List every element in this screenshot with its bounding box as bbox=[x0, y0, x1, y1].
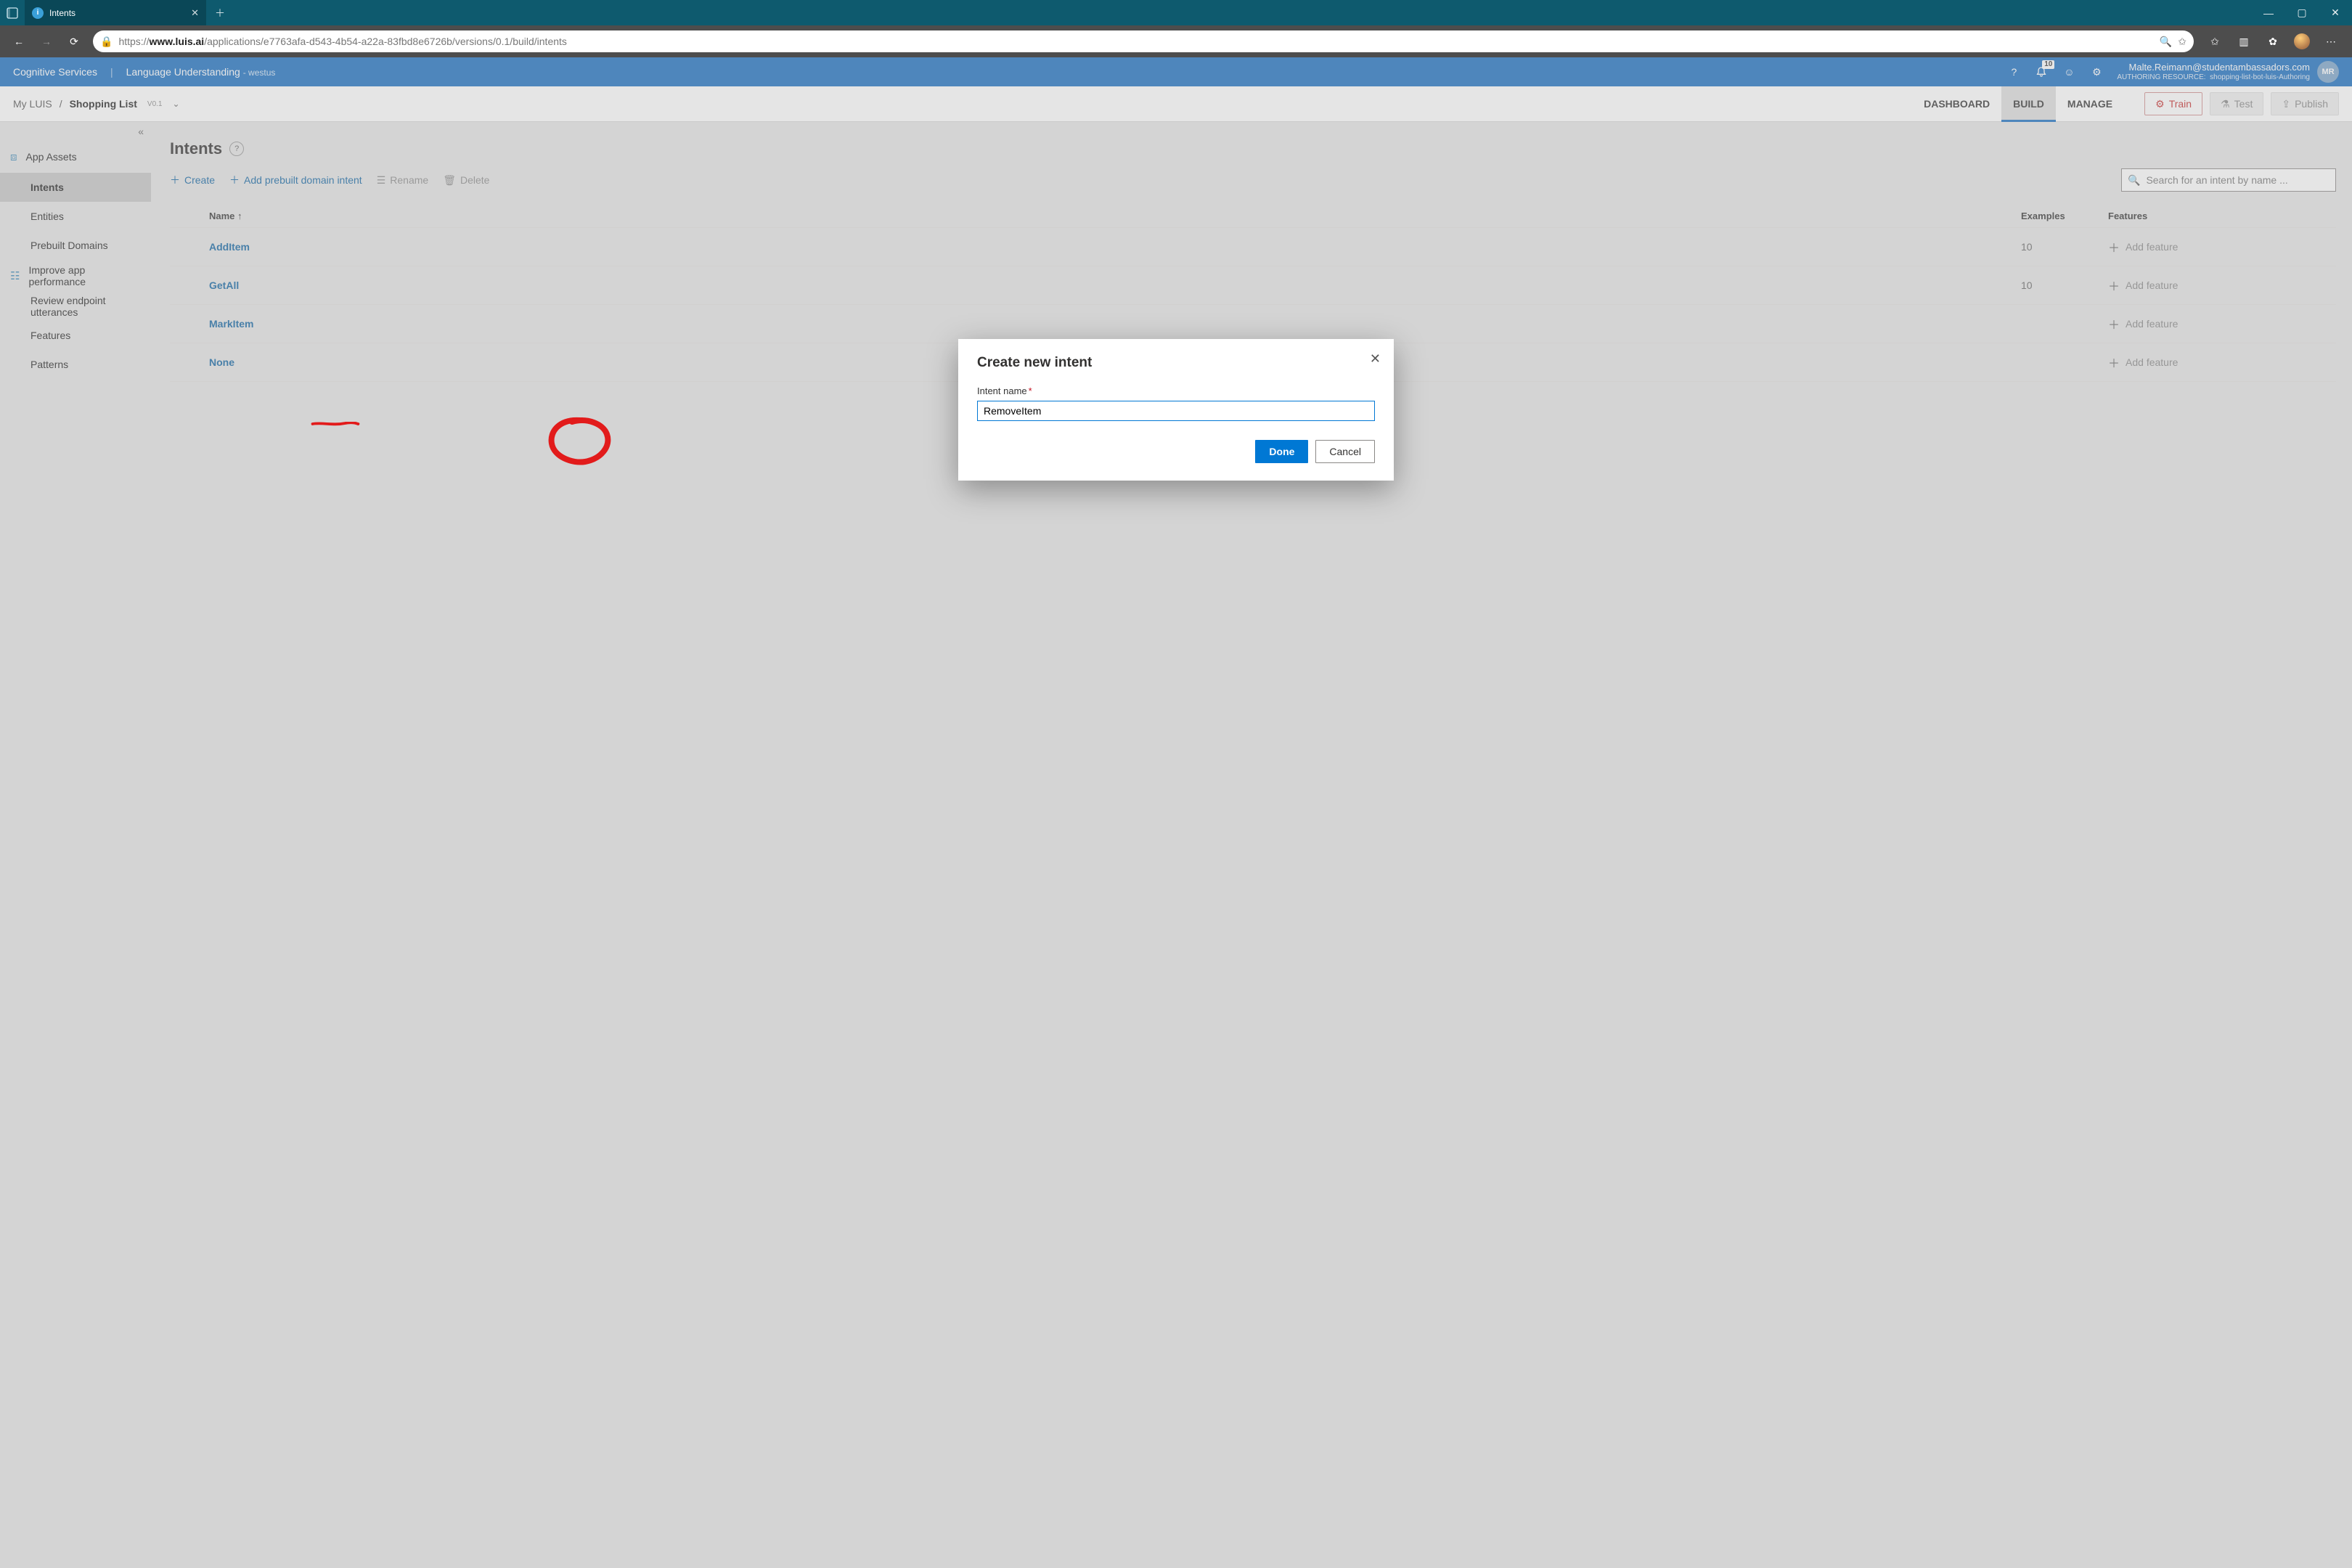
cancel-button[interactable]: Cancel bbox=[1315, 440, 1375, 463]
collections-icon[interactable]: ▥ bbox=[2231, 29, 2256, 54]
addr-favorite-icon[interactable]: ✩ bbox=[2178, 36, 2186, 48]
window-maximize-icon[interactable]: ▢ bbox=[2285, 0, 2319, 25]
modal-scrim bbox=[0, 57, 2352, 1568]
modal-title: Create new intent bbox=[977, 355, 1375, 371]
browser-toolbar: ← → ⟳ 🔒 https://www.luis.ai/applications… bbox=[0, 25, 2352, 57]
tab-close-icon[interactable]: ✕ bbox=[191, 7, 199, 19]
browser-menu-icon[interactable]: ⋯ bbox=[2319, 29, 2343, 54]
zoom-icon[interactable]: 🔍 bbox=[2160, 36, 2172, 48]
intent-name-label: Intent name* bbox=[977, 385, 1375, 396]
nav-forward-button[interactable]: → bbox=[33, 28, 60, 54]
browser-tab[interactable]: i Intents ✕ bbox=[25, 0, 206, 25]
nav-back-button[interactable]: ← bbox=[6, 28, 32, 54]
intent-name-input[interactable] bbox=[977, 401, 1375, 421]
tab-title: Intents bbox=[49, 8, 185, 18]
done-button[interactable]: Done bbox=[1255, 440, 1308, 463]
new-tab-button[interactable]: ＋ bbox=[206, 0, 234, 25]
browser-titlebar: i Intents ✕ ＋ — ▢ ✕ bbox=[0, 0, 2352, 25]
address-bar[interactable]: 🔒 https://www.luis.ai/applications/e7763… bbox=[93, 30, 2194, 52]
favorites-icon[interactable]: ✩ bbox=[2202, 29, 2227, 54]
window-minimize-icon[interactable]: — bbox=[2252, 0, 2285, 25]
extensions-icon[interactable]: ✿ bbox=[2261, 29, 2285, 54]
lock-icon: 🔒 bbox=[100, 36, 113, 48]
tab-favicon-icon: i bbox=[32, 7, 44, 19]
profile-avatar[interactable] bbox=[2290, 29, 2314, 54]
app-menu-icon[interactable] bbox=[0, 0, 25, 25]
create-intent-modal: ✕ Create new intent Intent name* Done Ca… bbox=[958, 339, 1394, 481]
window-close-icon[interactable]: ✕ bbox=[2319, 0, 2352, 25]
address-url: https://www.luis.ai/applications/e7763af… bbox=[118, 36, 2153, 47]
annotation-underline bbox=[303, 422, 367, 426]
modal-close-icon[interactable]: ✕ bbox=[1370, 352, 1381, 365]
nav-refresh-button[interactable]: ⟳ bbox=[61, 28, 87, 54]
